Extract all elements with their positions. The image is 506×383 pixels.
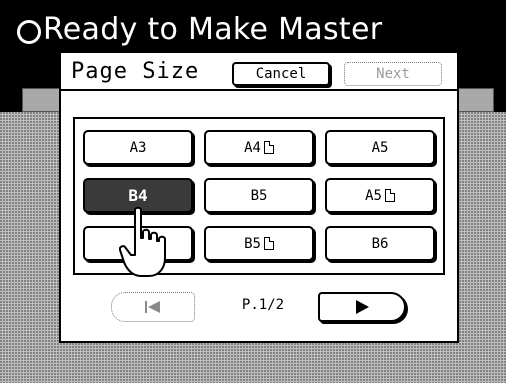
portrait-orientation-icon [263,141,274,154]
portrait-orientation-icon [263,237,274,250]
status-text: Ready to Make Master [43,12,383,47]
pointing-hand-icon [119,206,166,277]
size-button-a4-portrait[interactable]: A4 [204,130,314,165]
size-label: A4 [244,139,261,156]
size-label: B5 [250,187,268,204]
background-ghost-panel-right [458,88,494,112]
screen: Ready to Make Master Page Size Cancel Ne… [0,0,506,383]
title-bar: Ready to Make Master [0,0,506,58]
size-button-b6[interactable]: B6 [325,226,435,261]
next-button[interactable]: Next [344,62,442,86]
size-label: B5 [244,235,261,252]
size-button-a5[interactable]: A5 [325,130,435,165]
page-size-dialog: Page Size Cancel Next A3 A4 A5 B4 B5 A5 … [59,51,459,343]
background-ghost-panel-left [22,88,62,112]
size-label: B4 [128,186,148,205]
pager: P.1/2 [111,292,411,324]
arrow-left-icon [145,301,160,313]
previous-page-button[interactable] [111,292,195,322]
status-ring-icon [17,20,41,44]
size-button-b5[interactable]: B5 [204,178,314,213]
size-button-b5-portrait[interactable]: B5 [204,226,314,261]
page-indicator: P.1/2 [241,297,285,313]
size-label: A5 [371,139,389,156]
portrait-orientation-icon [384,189,395,202]
dialog-header: Page Size Cancel Next [61,53,457,91]
size-label: A3 [129,139,147,156]
cancel-button[interactable]: Cancel [232,62,330,86]
arrow-right-icon [356,300,369,314]
size-button-a5-portrait[interactable]: A5 [325,178,435,213]
dialog-title: Page Size [71,59,200,84]
size-button-a3[interactable]: A3 [83,130,193,165]
size-label: B6 [371,235,389,252]
next-page-button[interactable] [318,292,406,322]
size-label: A5 [365,187,382,204]
